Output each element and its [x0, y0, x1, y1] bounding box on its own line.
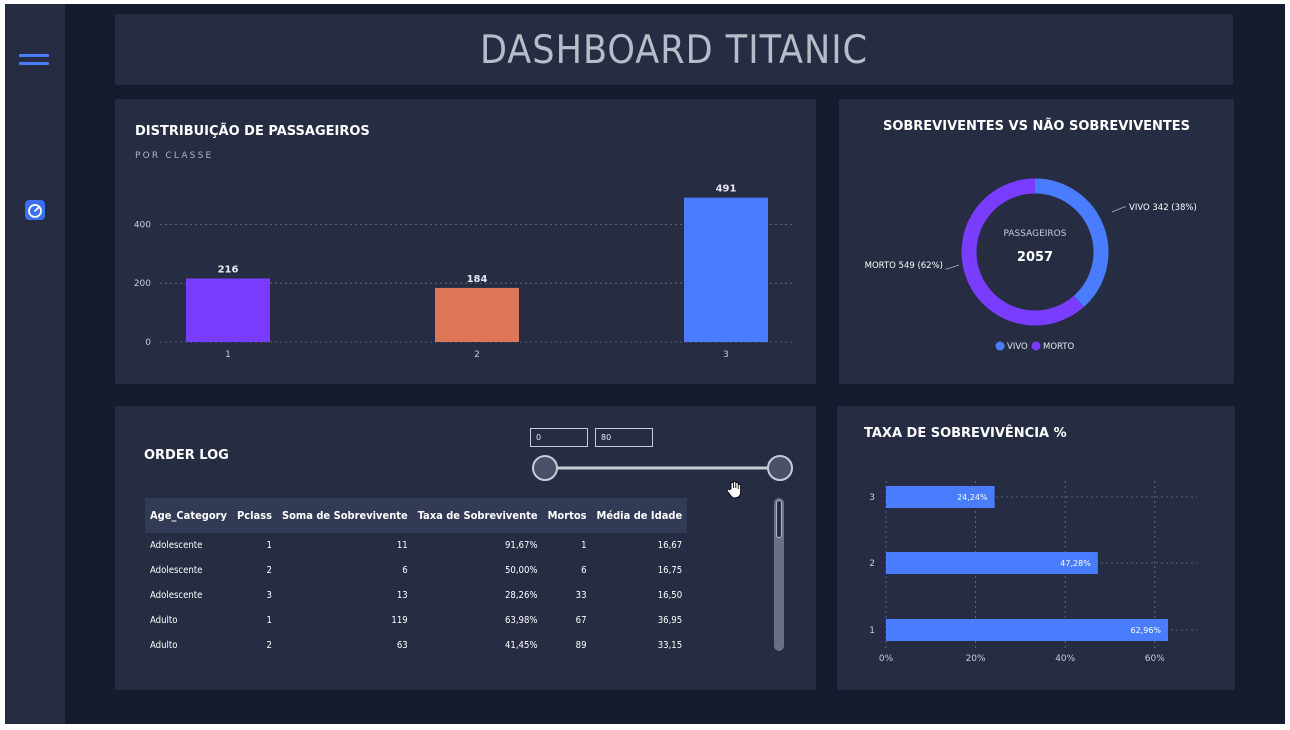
menu-icon[interactable] — [19, 52, 51, 74]
col-media-idade[interactable]: Média de Idade — [591, 498, 688, 533]
cell-taxa: 28,26% — [504, 590, 538, 601]
cell-pclass: 1 — [266, 615, 272, 626]
cell-pclass: 1 — [266, 540, 272, 551]
survivors-donut-chart: PASSAGEIROS 2057 VIVO 342 (38%) MORTO 54… — [865, 178, 1197, 352]
bar-class-1 — [186, 278, 270, 342]
cell-mortos: 89 — [575, 640, 587, 651]
cell-age-category: Adolescente — [150, 590, 203, 601]
legend-vivo-dot — [995, 341, 1005, 351]
cell-age-category: Adulto — [150, 615, 178, 626]
gauge-icon[interactable] — [25, 200, 45, 220]
x-tick-label: 60% — [1145, 654, 1165, 664]
page-title: DASHBOARD TITANIC — [479, 28, 869, 73]
cell-taxa: 50,00% — [504, 565, 538, 576]
order-log-title: ORDER LOG — [144, 448, 229, 463]
x-tick-label: 40% — [1055, 654, 1075, 664]
cell-soma: 63 — [396, 640, 408, 651]
cell-pclass: 2 — [266, 565, 272, 576]
cell-age-category: Adulto — [150, 640, 178, 651]
dashboard-app: DASHBOARD TITANIC DISTRIBUIÇÃO DE PASSAG… — [5, 4, 1285, 724]
cell-mortos: 67 — [575, 615, 587, 626]
sidebar — [5, 4, 65, 724]
table-row: Adolescente 3 13 28,26% 33 16,50 — [145, 583, 687, 608]
x-tick-label: 1 — [225, 350, 231, 360]
cell-media-idade: 33,15 — [657, 640, 683, 651]
donut-label-vivo: VIVO 342 (38%) — [1129, 203, 1197, 213]
survivors-card: SOBREVIVENTES VS NÃO SOBREVIVENTES PASSA… — [839, 99, 1234, 384]
cell-pclass: 2 — [266, 640, 272, 651]
slider-handle-min[interactable] — [532, 455, 558, 481]
bar-data-label: 491 — [716, 184, 737, 195]
bar-data-label: 184 — [467, 274, 488, 285]
x-tick-label: 2 — [474, 350, 480, 360]
y-tick-label: 200 — [134, 279, 151, 289]
cell-soma: 119 — [391, 615, 408, 626]
cell-age-category: Adolescente — [150, 565, 203, 576]
survival-rate-card: TAXA DE SOBREVIVÊNCIA % 0% 20% 40% 60% 24,24… — [837, 406, 1235, 690]
y-tick-label: 1 — [869, 626, 875, 636]
legend-vivo-label[interactable]: VIVO — [1007, 342, 1028, 352]
col-soma-sobrevivente[interactable]: Soma de Sobrevivente — [276, 498, 413, 533]
legend-morto-dot — [1031, 341, 1041, 351]
age-max-input[interactable]: 80 — [595, 428, 653, 447]
y-tick-label: 3 — [869, 493, 875, 503]
cell-mortos: 1 — [581, 540, 587, 551]
cell-soma: 13 — [396, 590, 408, 601]
legend-morto-label[interactable]: MORTO — [1043, 342, 1075, 352]
bar-data-label: 62,96% — [1131, 626, 1162, 635]
table-row: Adolescente 1 11 91,67% 1 16,67 — [145, 533, 687, 558]
col-pclass[interactable]: Pclass — [232, 498, 277, 533]
bar-data-label: 24,24% — [957, 493, 988, 502]
cell-media-idade: 16,67 — [657, 540, 683, 551]
y-tick-label: 0 — [145, 338, 151, 348]
table-row: Adolescente 2 6 50,00% 6 16,75 — [145, 558, 687, 583]
order-log-table: Age_Category Pclass Soma de Sobrevivente… — [145, 498, 688, 658]
bar-class-3 — [684, 197, 768, 342]
y-tick-label: 2 — [869, 559, 875, 569]
x-tick-label: 3 — [723, 350, 729, 360]
survival-rate-bar-chart: 0% 20% 40% 60% 24,24% 3 47,28% 2 62,96% 1 — [869, 481, 1197, 664]
bar-class-2 — [435, 287, 519, 342]
bar-data-label: 216 — [218, 264, 239, 275]
donut-center-value: 2057 — [1017, 250, 1053, 265]
bar-class-1 — [886, 619, 1169, 641]
cell-soma: 6 — [402, 565, 408, 576]
hand-cursor-icon — [726, 481, 742, 499]
header-banner: DASHBOARD TITANIC — [115, 14, 1233, 85]
age-min-input[interactable]: 0 — [530, 428, 588, 447]
cell-taxa: 63,98% — [504, 615, 538, 626]
table-header-row: Age_Category Pclass Soma de Sobrevivente… — [145, 498, 688, 533]
x-tick-label: 0% — [879, 654, 894, 664]
donut-slice-vivo — [1034, 178, 1109, 307]
cell-media-idade: 16,75 — [657, 565, 683, 576]
cell-soma: 11 — [396, 540, 408, 551]
donut-center-label: PASSAGEIROS — [1004, 229, 1067, 239]
distribution-card: DISTRIBUIÇÃO DE PASSAGEIROS POR CLASSE 0… — [115, 99, 816, 384]
cell-age-category: Adolescente — [150, 540, 203, 551]
cell-media-idade: 36,95 — [657, 615, 683, 626]
distribution-bar-chart: 0 200 400 216 1 184 2 491 3 — [134, 184, 795, 360]
order-log-card: ORDER LOG 0 80 Age_Category Pclass Soma … — [115, 406, 816, 690]
cell-mortos: 33 — [575, 590, 587, 601]
y-tick-label: 400 — [134, 220, 151, 230]
table-scrollbar-thumb[interactable] — [776, 500, 782, 538]
col-age-category[interactable]: Age_Category — [145, 498, 233, 533]
bar-data-label: 47,28% — [1060, 559, 1091, 568]
slider-handle-max[interactable] — [767, 455, 793, 481]
donut-label-morto: MORTO 549 (62%) — [865, 261, 943, 271]
cell-mortos: 6 — [581, 565, 587, 576]
cell-pclass: 3 — [266, 590, 272, 601]
col-mortos[interactable]: Mortos — [542, 498, 592, 533]
x-tick-label: 20% — [966, 654, 986, 664]
age-range-slider[interactable] — [525, 450, 800, 486]
cell-taxa: 41,45% — [504, 640, 538, 651]
cell-media-idade: 16,50 — [657, 590, 683, 601]
table-row: Adulto 1 119 63,98% 67 36,95 — [145, 608, 687, 633]
col-taxa-sobrevivente[interactable]: Taxa de Sobrevivente — [412, 498, 543, 533]
cell-taxa: 91,67% — [504, 540, 538, 551]
table-row: Adulto 2 63 41,45% 89 33,15 — [145, 633, 687, 658]
